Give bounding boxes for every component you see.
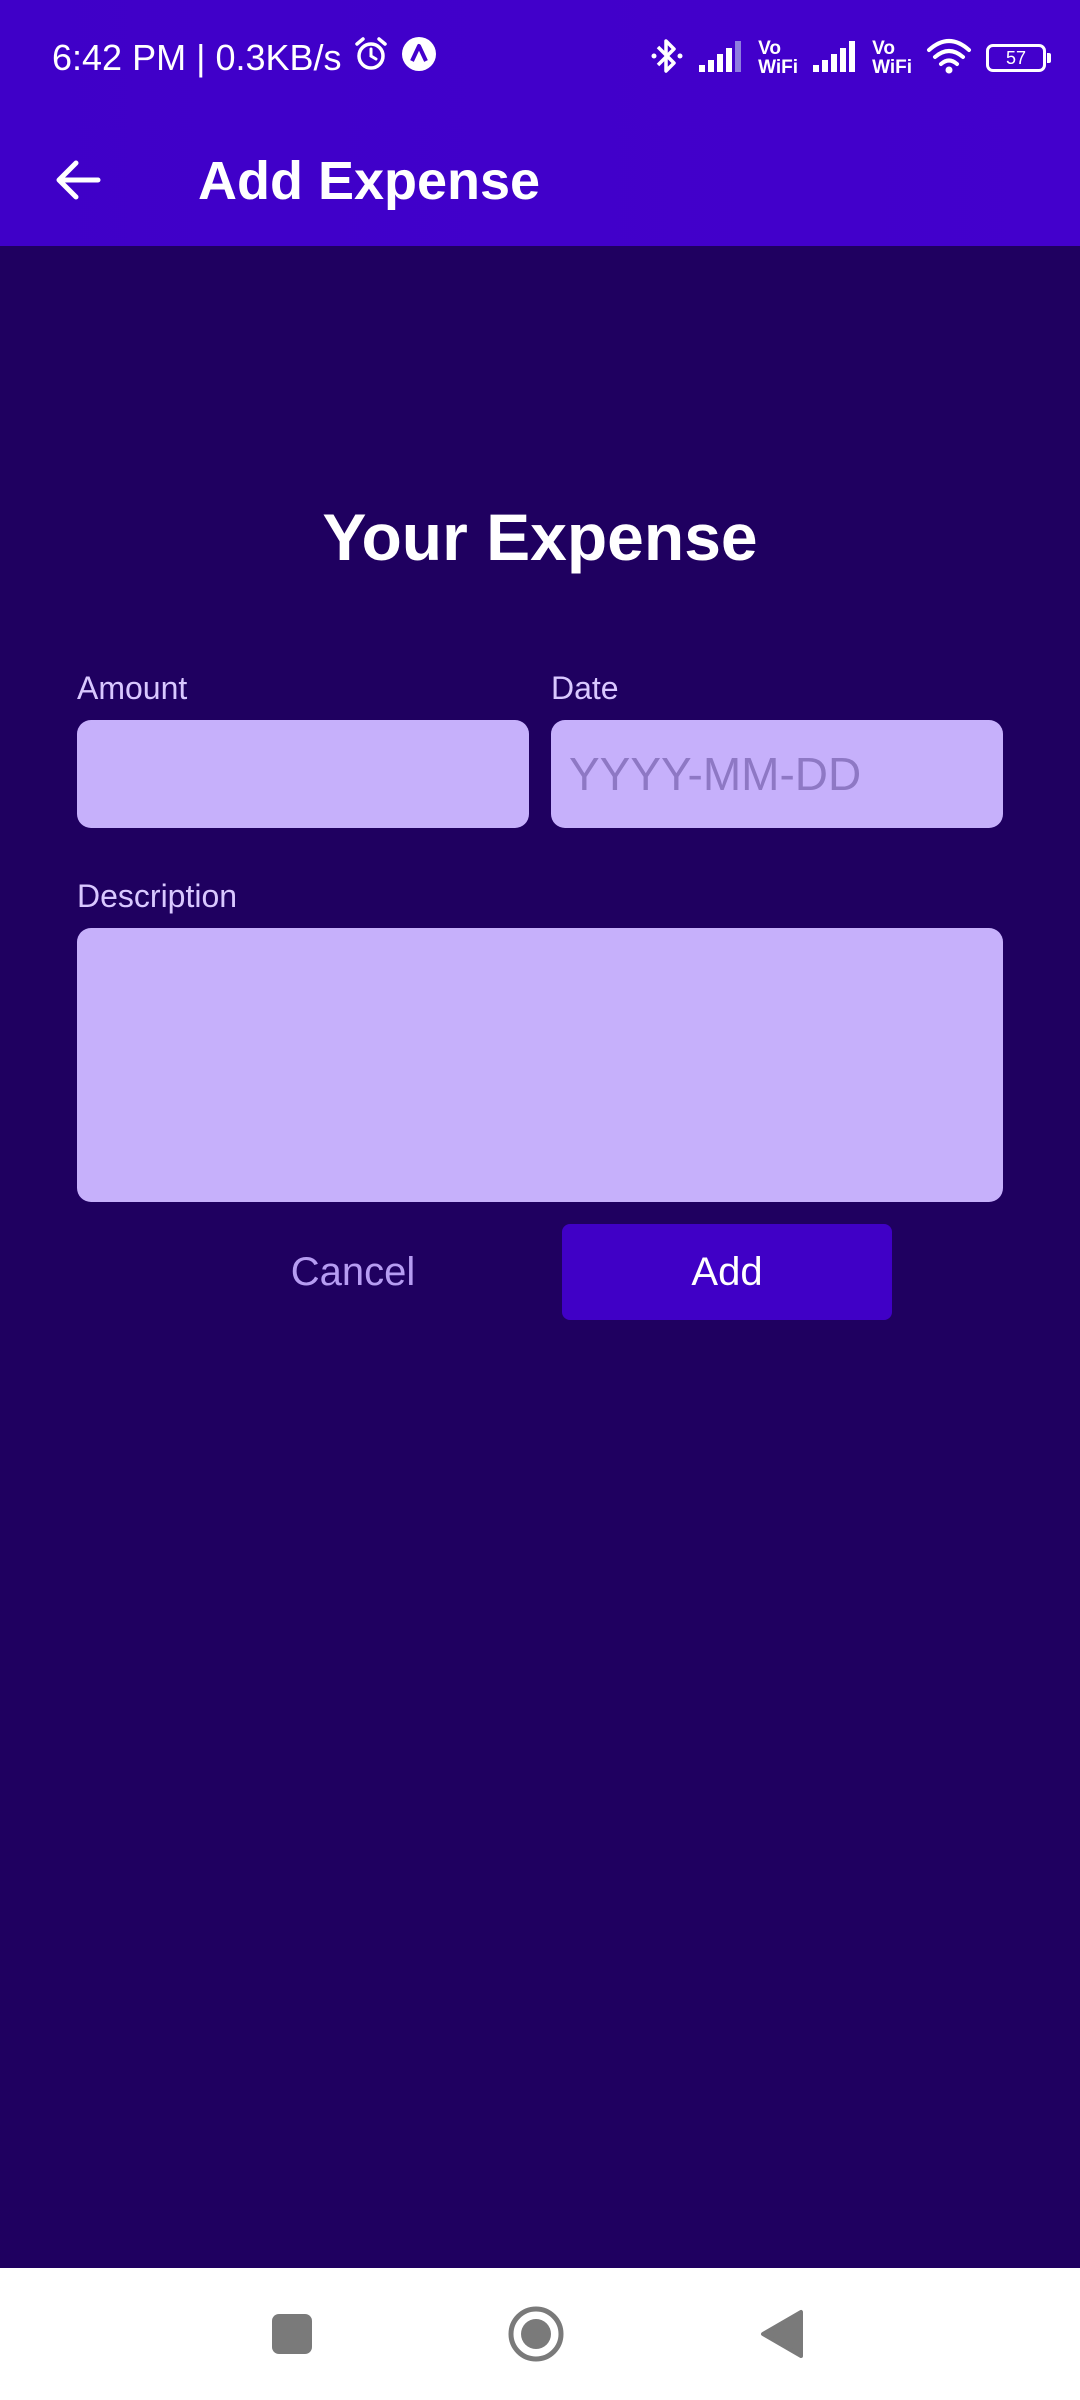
status-net-speed: 0.3KB/s [215, 37, 342, 78]
triangle-back-icon [757, 2308, 807, 2365]
nav-recents-button[interactable] [252, 2296, 332, 2376]
toolbar: Add Expense [0, 118, 1080, 246]
status-time: 6:42 PM [52, 37, 187, 78]
wifi-icon [926, 38, 972, 79]
bluetooth-icon [650, 36, 684, 81]
add-button[interactable]: Add [562, 1224, 892, 1320]
vo-label: Vo [758, 38, 781, 59]
signal-icon [698, 39, 744, 78]
status-separator: | [196, 37, 206, 78]
status-bar: 6:42 PM | 0.3KB/s Vo WiFi Vo WiFi 57 [0, 0, 1080, 118]
status-left: 6:42 PM | 0.3KB/s [52, 32, 438, 84]
square-icon [270, 2312, 314, 2361]
date-label: Date [551, 670, 619, 706]
navigation-bar [0, 2268, 1080, 2400]
amount-label: Amount [77, 670, 188, 706]
amount-input[interactable] [77, 720, 529, 828]
battery-level: 57 [1005, 47, 1027, 68]
cancel-button[interactable]: Cancel [222, 1224, 484, 1320]
nav-home-button[interactable] [496, 2296, 576, 2376]
wifi-label: WiFi [872, 57, 912, 78]
alarm-icon [352, 35, 390, 82]
description-label: Description [77, 878, 238, 914]
circle-icon [506, 2304, 566, 2369]
vo-label: Vo [872, 38, 895, 59]
app-bar: 6:42 PM | 0.3KB/s Vo WiFi Vo WiFi 57 Add… [0, 0, 1080, 246]
battery-indicator: 57 [986, 44, 1051, 72]
wifi-label: WiFi [758, 57, 799, 78]
vowifi-indicator: Vo WiFi [872, 39, 912, 77]
arrow-left-icon [52, 154, 104, 211]
back-button[interactable] [40, 144, 116, 220]
page-title: Add Expense [198, 151, 541, 211]
date-input[interactable] [551, 720, 1003, 828]
add-expense-screen: 6:42 PM | 0.3KB/s Vo WiFi Vo WiFi 57 Add… [0, 0, 1080, 2400]
vowifi-indicator: Vo WiFi [758, 39, 798, 77]
nav-back-button[interactable] [742, 2296, 822, 2376]
app-notification-icon [400, 35, 438, 82]
signal-icon [812, 39, 858, 78]
form-heading: Your Expense [322, 500, 758, 574]
description-input[interactable] [77, 928, 1003, 1202]
status-right: Vo WiFi Vo WiFi 57 [650, 30, 1051, 86]
